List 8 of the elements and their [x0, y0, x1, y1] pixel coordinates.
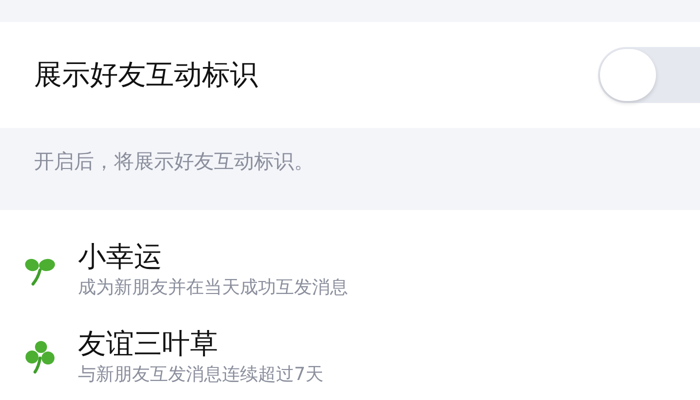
badge-title: 友谊三叶草 — [78, 326, 219, 362]
hint-text: 开启后，将展示好友互动标识。 — [34, 148, 314, 175]
badge-title: 小幸运 — [78, 238, 163, 274]
setting-label: 展示好友互动标识 — [34, 57, 258, 93]
clover-icon — [24, 340, 56, 374]
badge-description: 与新朋友互发消息连续超过7天 — [78, 362, 324, 386]
badge-description: 成为新朋友并在当天成功互发消息 — [78, 276, 348, 300]
toggle-switch[interactable] — [598, 47, 700, 103]
